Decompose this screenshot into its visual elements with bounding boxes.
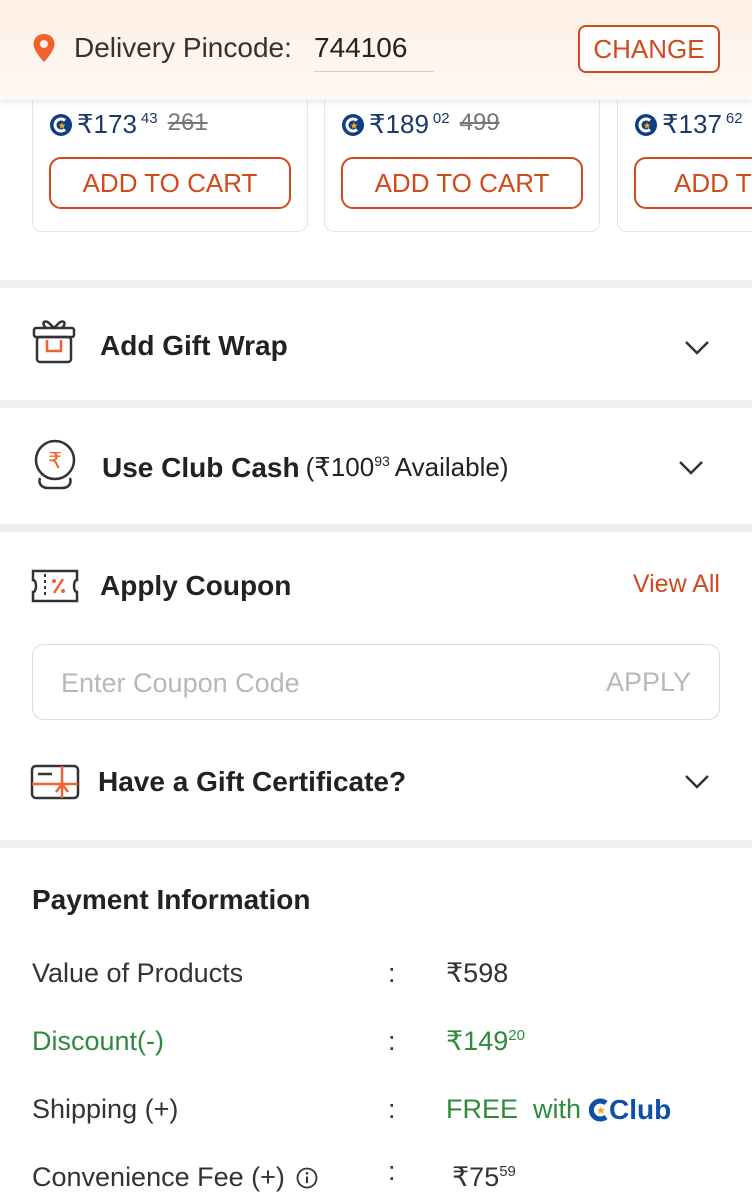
coupon-section: Apply Coupon View All APPLY Have a Gift … [0, 532, 752, 840]
payment-row-label: Value of Products [32, 958, 244, 988]
price: ₹173 [77, 109, 137, 139]
payment-row-value: ₹149 20 [446, 1026, 525, 1057]
mrp: 499 [459, 109, 500, 136]
shipping-free-text: FREE with [446, 1094, 582, 1124]
change-pincode-button[interactable]: CHANGE [578, 25, 720, 73]
chevron-down-icon[interactable] [678, 460, 704, 476]
payment-row-label: Discount(-) [32, 1026, 165, 1056]
convenience-fee-label: Convenience Fee (+) [32, 1162, 285, 1192]
payment-information-section: Payment Information Value of Products : … [0, 848, 752, 1200]
gift-box-icon [32, 320, 76, 364]
discount-amount-paise: 20 [508, 1027, 525, 1044]
club-coin-icon [635, 114, 657, 136]
club-coin-icon [50, 114, 72, 136]
price-paise: 02 [432, 110, 450, 127]
price: ₹137 [662, 109, 722, 139]
club-cash-label: Use Club Cash [102, 452, 300, 483]
coupon-ticket-icon [31, 569, 79, 603]
value-of-products-amount: ₹598 [446, 958, 509, 988]
discount-amount: ₹149 [446, 1026, 509, 1056]
price: ₹189 [369, 109, 429, 139]
payment-row: Shipping (+) : FREE with Club [0, 1094, 752, 1134]
add-to-cart-button[interactable]: ADD TO CART [341, 157, 583, 209]
location-pin-icon [33, 34, 55, 62]
club-cash-section[interactable]: ₹ Use Club Cash (₹ 100 93 Available) [0, 408, 752, 524]
add-to-cart-button[interactable]: ADD TO CART [49, 157, 291, 209]
chevron-down-icon[interactable] [684, 774, 710, 790]
club-cash-amount: 100 [330, 452, 375, 482]
coupon-code-input[interactable] [61, 665, 541, 701]
club-cash-amount-paise: 93 [374, 453, 390, 469]
price-row: ₹189 02 499 [341, 109, 500, 140]
payment-row-colon: : [388, 958, 396, 988]
gift-wrap-label: Add Gift Wrap [100, 330, 288, 361]
payment-row-colon: : [388, 1156, 396, 1186]
convenience-fee-amount: ₹75 [452, 1162, 500, 1192]
price-paise: 43 [140, 110, 158, 127]
price-paise: 62 [725, 110, 743, 127]
club-cash-paren: (₹ [305, 452, 331, 482]
price-row: ₹173 43 261 [49, 109, 208, 140]
pincode-label: Delivery Pincode: [74, 32, 292, 63]
payment-row-label: Convenience Fee (+) [32, 1162, 318, 1193]
gift-card-icon [30, 764, 80, 800]
gift-certificate-label: Have a Gift Certificate? [98, 766, 407, 797]
pincode-input[interactable]: 744106 [314, 32, 434, 72]
mrp: 261 [167, 109, 208, 136]
apply-coupon-button[interactable]: APPLY [606, 667, 691, 698]
payment-information-title: Payment Information [32, 884, 311, 915]
club-cash-available: Available) [394, 452, 509, 482]
club-logo-icon [589, 1098, 608, 1122]
chevron-down-icon[interactable] [684, 340, 710, 356]
product-card[interactable]: ₹189 02 499 ADD TO CART [324, 100, 600, 232]
coupon-field: APPLY [32, 644, 720, 720]
gift-wrap-section[interactable]: Add Gift Wrap [0, 288, 752, 400]
payment-row-value: FREE with Club [446, 1094, 671, 1126]
svg-text:₹: ₹ [48, 449, 62, 474]
rupee-coin-icon: ₹ [34, 439, 76, 490]
payment-row-colon: : [388, 1094, 396, 1124]
club-logo: Club [589, 1094, 671, 1126]
product-card[interactable]: ₹173 43 261 ADD TO CART [32, 100, 308, 232]
convenience-fee-paise: 59 [499, 1163, 516, 1180]
payment-row-value: ₹598 [446, 958, 508, 989]
payment-row-colon: : [388, 1026, 396, 1056]
club-coin-icon [342, 114, 364, 136]
gift-certificate-row[interactable]: Have a Gift Certificate? [0, 748, 752, 828]
info-icon[interactable] [296, 1167, 318, 1189]
view-all-coupons-link[interactable]: View All [633, 570, 720, 599]
add-to-cart-button[interactable]: ADD TO CART [634, 157, 752, 209]
price-row: ₹137 62 2 [634, 109, 752, 140]
payment-row: Convenience Fee (+) : ₹75 59 [0, 1156, 752, 1200]
payment-row-label: Shipping (+) [32, 1094, 179, 1124]
apply-coupon-label: Apply Coupon [100, 570, 292, 601]
payment-row: Value of Products : ₹598 [0, 958, 752, 998]
club-cash-label-row: Use Club Cash (₹ 100 93 Available) [102, 452, 508, 484]
club-logo-text: Club [609, 1094, 672, 1125]
delivery-pincode-bar: Delivery Pincode: 744106 CHANGE [0, 0, 752, 100]
payment-row-value: ₹75 59 [452, 1162, 516, 1193]
payment-row: Discount(-) : ₹149 20 [0, 1026, 752, 1066]
product-carousel: ₹173 43 261 ADD TO CART ₹189 02 499 ADD … [0, 100, 752, 280]
product-card[interactable]: ₹137 62 2 ADD TO CART [617, 100, 752, 232]
